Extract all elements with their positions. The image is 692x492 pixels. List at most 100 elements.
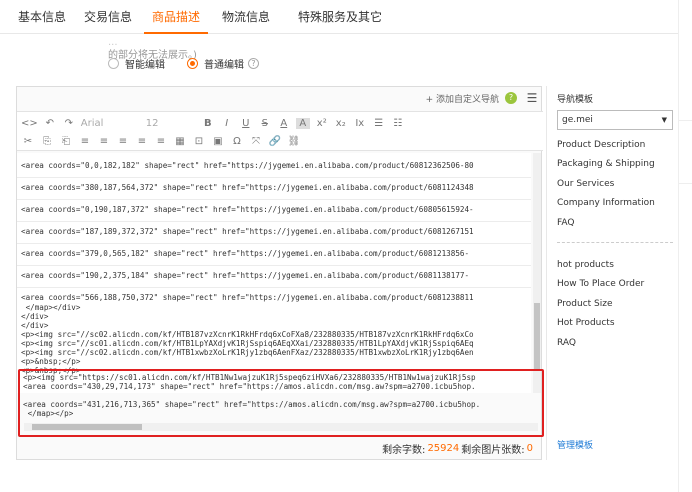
fullscreen-icon[interactable]: ⤧: [249, 136, 263, 147]
code-divider: [17, 177, 531, 178]
nav-item[interactable]: How To Place Order: [557, 279, 644, 289]
paste-icon[interactable]: ⎗: [59, 136, 73, 147]
image-icon[interactable]: ⊡: [192, 136, 206, 147]
subscript-icon[interactable]: x₂: [334, 118, 348, 129]
page: 基本信息 交易信息 商品描述 物流信息 特殊服务及其它 ... 的部分将无法展示…: [0, 0, 692, 492]
bold-icon[interactable]: B: [201, 118, 215, 129]
code-line: <p><img src="//sc01.alicdn.com/kf/HTB1Lp…: [21, 339, 474, 348]
code-line: </div>: [21, 321, 49, 330]
remaining-images-value: 0: [526, 442, 533, 454]
table-icon[interactable]: ▦: [173, 136, 187, 147]
horizontal-scroll-thumb[interactable]: [32, 424, 142, 430]
code-line: </map></div>: [21, 303, 81, 312]
nav-item[interactable]: Packaging & Shipping: [557, 159, 655, 169]
nav-template-select[interactable]: ge.mei ▼: [557, 110, 673, 130]
help-icon[interactable]: ?: [248, 57, 259, 69]
nav-template-panel: 导航模板 ge.mei ▼ Product Description Packag…: [546, 86, 678, 460]
nav-template-selected: ge.mei: [562, 115, 593, 125]
code-divider: [17, 199, 531, 200]
toolbar-row-1: <> ↶ ↷ Arial 12 B I U S A A x² x₂ Ix ☰ ☷: [21, 114, 410, 132]
right-side-panel: [678, 0, 692, 492]
code-line: <p><img src="https://sc01.alicdn.com/kf/…: [23, 373, 476, 382]
link-icon[interactable]: 🔗: [268, 136, 282, 147]
hint-line-faded: ...: [108, 37, 118, 48]
redo-icon[interactable]: ↷: [62, 118, 76, 129]
tab-trade-info[interactable]: 交易信息: [80, 0, 136, 34]
bulleted-list-icon[interactable]: ☰: [372, 118, 386, 129]
nav-item[interactable]: Our Services: [557, 179, 614, 189]
code-line: <area coords="430,29,714,173" shape="rec…: [23, 382, 476, 391]
code-line: <area coords="190,2,375,184" shape="rect…: [21, 271, 470, 280]
indent-icon[interactable]: ≡: [154, 136, 168, 147]
code-line: <area coords="0,0,182,182" shape="rect" …: [21, 161, 474, 170]
editor-top-bar: + 添加自定义导航 ? ☰: [17, 87, 543, 109]
outdent-icon[interactable]: ≡: [135, 136, 149, 147]
editor-mode-group: 智能编辑 普通编辑 ?: [108, 55, 259, 71]
clear-format-icon[interactable]: Ix: [353, 118, 367, 129]
highlighted-code-region: <p><img src="https://sc01.alicdn.com/kf/…: [18, 369, 544, 437]
nav-item[interactable]: Product Size: [557, 299, 613, 309]
toolbar-row-2: ✂ ⎘ ⎗ ≡ ≡ ≡ ≡ ≡ ▦ ⊡ ▣ Ω ⤧ 🔗 ⛓: [21, 132, 306, 150]
radio-smart-edit[interactable]: [108, 57, 119, 69]
smart-edit-label: 智能编辑: [125, 59, 165, 71]
code-line: <p>&nbsp;</p>: [21, 357, 81, 366]
undo-icon[interactable]: ↶: [43, 118, 57, 129]
vertical-scrollbar[interactable]: [533, 153, 541, 393]
italic-icon[interactable]: I: [220, 118, 234, 129]
radio-normal-edit[interactable]: [187, 57, 198, 69]
remaining-counter: 剩余字数: 25924 剩余图片张数: 0: [17, 437, 543, 459]
tab-product-description[interactable]: 商品描述: [144, 0, 208, 34]
code-line: </map></p>: [23, 409, 74, 418]
code-line: <area coords="379,0,565,182" shape="rect…: [21, 249, 470, 258]
align-right-icon[interactable]: ≡: [116, 136, 130, 147]
copy-icon[interactable]: ⎘: [40, 136, 54, 147]
align-left-icon[interactable]: ≡: [78, 136, 92, 147]
font-color-icon[interactable]: A: [277, 118, 291, 129]
code-line: <p><img src="//sc02.alicdn.com/kf/HTB1xw…: [21, 348, 474, 357]
strikethrough-icon[interactable]: S: [258, 118, 272, 129]
remaining-chars-label: 剩余字数:: [382, 444, 426, 456]
tab-basic-info[interactable]: 基本信息: [14, 0, 70, 34]
font-family-select[interactable]: Arial: [81, 118, 141, 129]
nav-template-title: 导航模板: [557, 95, 594, 105]
code-line: </div>: [21, 312, 49, 321]
normal-edit-label: 普通编辑: [204, 59, 244, 71]
remaining-images-label: 剩余图片张数:: [461, 444, 525, 456]
superscript-icon[interactable]: x²: [315, 118, 329, 129]
source-code-area[interactable]: <area coords="0,0,182,182" shape="rect" …: [17, 153, 531, 393]
align-center-icon[interactable]: ≡: [97, 136, 111, 147]
underline-icon[interactable]: U: [239, 118, 253, 129]
menu-icon[interactable]: ☰: [525, 91, 539, 105]
numbered-list-icon[interactable]: ☷: [391, 118, 405, 129]
code-line: <area coords="566,188,750,372" shape="re…: [21, 293, 474, 302]
nav-item[interactable]: Product Description: [557, 140, 645, 150]
source-code-icon[interactable]: <>: [21, 118, 38, 129]
code-line: <area coords="0,190,187,372" shape="rect…: [21, 205, 474, 214]
question-icon[interactable]: ?: [505, 92, 517, 104]
add-custom-nav-button[interactable]: + 添加自定义导航: [426, 92, 499, 105]
manage-templates-link[interactable]: 管理模板: [557, 438, 593, 451]
nav-divider: [557, 242, 673, 243]
background-color-icon[interactable]: A: [295, 117, 310, 129]
nav-item[interactable]: Hot Products: [557, 318, 615, 328]
code-line: <area coords="431,216,713,365" shape="re…: [23, 400, 481, 409]
rich-text-editor: + 添加自定义导航 ? ☰ <> ↶ ↷ Arial 12 B I U S A …: [16, 86, 544, 460]
cut-icon[interactable]: ✂: [21, 136, 35, 147]
right-side-card: [679, 120, 692, 184]
vertical-scroll-thumb[interactable]: [534, 303, 540, 371]
nav-item[interactable]: hot products: [557, 260, 614, 270]
media-icon[interactable]: ▣: [211, 136, 225, 147]
unlink-icon[interactable]: ⛓: [287, 136, 301, 147]
nav-item[interactable]: RAQ: [557, 338, 576, 348]
tab-special-services[interactable]: 特殊服务及其它: [288, 0, 392, 34]
code-divider: [17, 243, 531, 244]
font-size-select[interactable]: 12: [146, 118, 196, 129]
tab-logistics-info[interactable]: 物流信息: [216, 0, 276, 34]
nav-item[interactable]: FAQ: [557, 218, 574, 228]
special-char-icon[interactable]: Ω: [230, 136, 244, 147]
top-tabs: 基本信息 交易信息 商品描述 物流信息 特殊服务及其它: [0, 0, 692, 34]
code-divider: [17, 287, 531, 288]
code-divider: [17, 221, 531, 222]
horizontal-scrollbar[interactable]: [24, 423, 538, 431]
nav-item[interactable]: Company Information: [557, 198, 655, 208]
